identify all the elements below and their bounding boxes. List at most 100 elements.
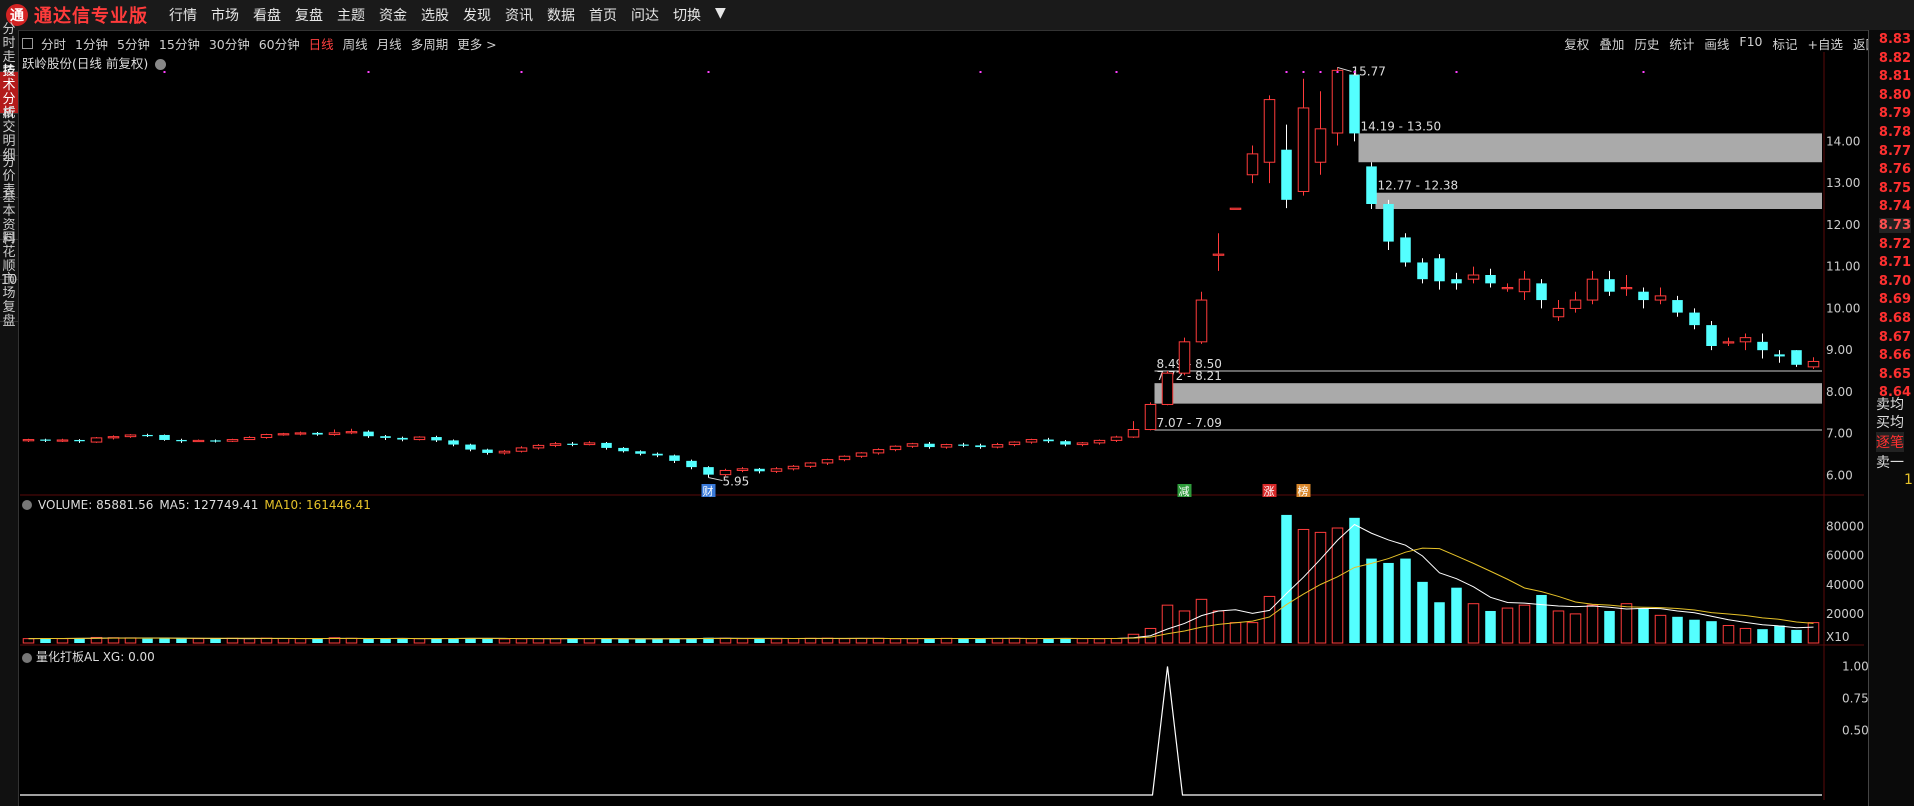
candle-body — [975, 445, 986, 448]
tool-7[interactable]: +自选 — [1808, 34, 1843, 53]
volume-bar — [991, 637, 1004, 644]
volume-tick-1: 40000 — [1826, 578, 1864, 592]
volume-bar — [1383, 562, 1394, 643]
menu-item-11[interactable]: 问达 — [631, 5, 659, 25]
volume-bar — [1689, 619, 1700, 643]
menu-item-7[interactable]: 发现 — [463, 5, 491, 25]
event-tag-bg-1 — [1177, 484, 1192, 497]
candle-body — [924, 443, 935, 448]
volume-bar — [1076, 638, 1089, 644]
indicator-line — [20, 666, 1822, 796]
period-7[interactable]: 周线 — [343, 34, 368, 53]
volume-bar — [1025, 638, 1038, 644]
candle-body — [226, 439, 239, 442]
period-9[interactable]: 多周期 — [411, 34, 449, 53]
volume-bar — [192, 638, 205, 644]
period-5[interactable]: 60分钟 — [259, 34, 300, 53]
volume-bar — [243, 638, 256, 644]
period-4[interactable]: 30分钟 — [209, 34, 250, 53]
candle-body — [159, 434, 170, 440]
period-0[interactable]: 分时 — [41, 34, 66, 53]
volume-bar — [703, 637, 714, 643]
ladder-price-9: 8.74 — [1878, 199, 1911, 215]
volume-bar — [107, 637, 120, 644]
low-pointer — [708, 477, 723, 482]
volume-bar — [498, 638, 511, 644]
menu-item-5[interactable]: 资金 — [379, 5, 407, 25]
menu-item-9[interactable]: 数据 — [547, 5, 575, 25]
top-menu-bar: 通 通达信专业版 行情 市场 看盘 复盘 主题 资金 选股 发现 资讯 数据 首页 问达 切换 ▼ — [0, 0, 1914, 31]
price-zone-label-4: 7.72 - 8.21 — [1157, 369, 1222, 383]
period-6[interactable]: 日线 — [309, 34, 334, 53]
candle-body — [1246, 153, 1259, 176]
candle-body — [210, 440, 221, 442]
legend-toggle-icon[interactable] — [22, 500, 32, 510]
tool-5[interactable]: F10 — [1739, 34, 1762, 53]
period-10[interactable]: 更多 > — [457, 34, 496, 53]
volume-bar — [1451, 587, 1462, 643]
volume-bar — [669, 638, 680, 643]
menu-item-2[interactable]: 看盘 — [253, 5, 281, 25]
indicator-toggle-icon[interactable] — [22, 652, 32, 663]
candle-body — [124, 434, 137, 438]
candle-body — [345, 431, 358, 434]
ladder-price-16: 8.67 — [1878, 329, 1911, 345]
menu-item-4[interactable]: 主题 — [337, 5, 365, 25]
candle-body — [1536, 283, 1547, 301]
marker-dot — [1285, 71, 1288, 73]
settings-icon[interactable] — [155, 59, 167, 70]
chart-area[interactable]: 6.007.008.009.0010.0011.0012.0013.0014.0… — [0, 0, 1914, 806]
price-zone-label-1: 14.19 - 13.50 — [1361, 119, 1442, 133]
menu-item-12[interactable]: 切换 — [673, 5, 701, 25]
candle-body — [872, 449, 885, 454]
panel-toggle-icon[interactable] — [22, 37, 33, 49]
menu-item-6[interactable]: 选股 — [421, 5, 449, 25]
candle-body — [431, 437, 442, 441]
menu-item-0[interactable]: 行情 — [169, 5, 197, 25]
volume-bar — [1060, 638, 1071, 643]
price-zone-1 — [1358, 133, 1822, 163]
side-tab-2[interactable]: 成交明细 — [0, 106, 18, 162]
tool-3[interactable]: 统计 — [1669, 34, 1694, 53]
menu-item-1[interactable]: 市场 — [211, 5, 239, 25]
tool-4[interactable]: 画线 — [1704, 34, 1729, 53]
menu-item-13[interactable]: ▼ — [715, 5, 726, 25]
tool-6[interactable]: 标记 — [1772, 34, 1797, 53]
indicator-tick-2: 1.00 — [1842, 659, 1869, 673]
volume-bar — [635, 638, 646, 643]
volume-bar — [345, 637, 358, 644]
menu-item-3[interactable]: 复盘 — [295, 5, 323, 25]
tick-detail-tab[interactable]: 逐笔 — [1876, 432, 1904, 452]
menu-item-10[interactable]: 首页 — [589, 5, 617, 25]
ladder-price-8: 8.75 — [1878, 180, 1911, 196]
tool-2[interactable]: 历史 — [1634, 34, 1659, 53]
volume-bar — [1620, 603, 1633, 644]
period-2[interactable]: 5分钟 — [117, 34, 150, 53]
volume-bar — [363, 638, 374, 643]
volume-bar — [1400, 558, 1411, 643]
tool-1[interactable]: 叠加 — [1599, 34, 1624, 53]
period-3[interactable]: 15分钟 — [159, 34, 200, 53]
volume-bar — [1757, 629, 1768, 643]
volume-bar — [1366, 558, 1377, 643]
volume-bar — [1672, 616, 1683, 643]
volume-bar — [176, 638, 187, 643]
ladder-price-14: 8.69 — [1878, 292, 1911, 308]
candle-body — [889, 445, 902, 451]
candle-body — [1263, 99, 1276, 163]
volume-bar — [719, 637, 732, 644]
side-tab-6[interactable]: 市场复盘 — [0, 272, 18, 328]
period-8[interactable]: 月线 — [377, 34, 402, 53]
menu-item-8[interactable]: 资讯 — [505, 5, 533, 25]
period-1[interactable]: 1分钟 — [75, 34, 108, 53]
volume-bar — [583, 638, 596, 644]
candle-body — [1654, 295, 1667, 301]
candle-body — [787, 465, 800, 470]
candle-body — [1518, 278, 1531, 293]
candle-body — [1076, 442, 1089, 446]
candle-body — [1025, 439, 1038, 443]
tool-0[interactable]: 复权 — [1564, 34, 1589, 53]
candle-body — [482, 449, 493, 453]
candle-body — [1060, 441, 1071, 445]
volume-bar — [277, 637, 290, 644]
